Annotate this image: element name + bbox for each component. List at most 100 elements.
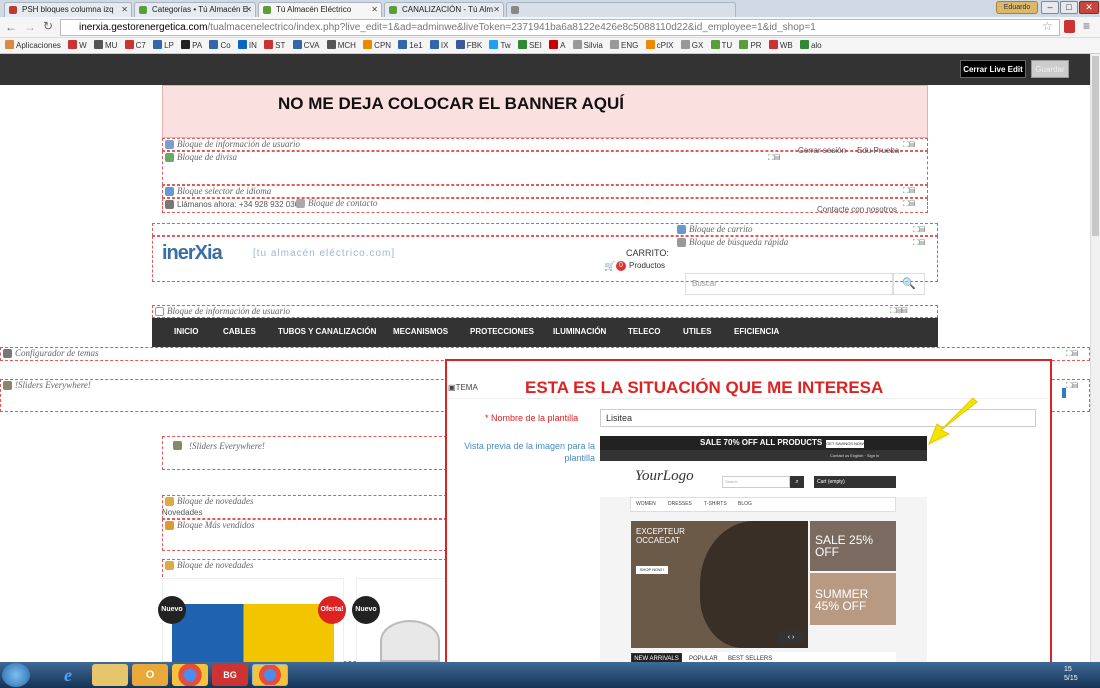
- cart-title[interactable]: CARRITO:: [626, 248, 669, 258]
- move-icon[interactable]: ⛶ ▤: [913, 238, 925, 248]
- hook-cart[interactable]: Bloque de carrito: [152, 223, 938, 236]
- back-icon[interactable]: ←: [5, 20, 17, 34]
- bookmark[interactable]: TU: [710, 38, 732, 53]
- move-icon[interactable]: ⛶ ▤: [903, 140, 915, 150]
- nav-item-inicio[interactable]: INICIO: [174, 327, 198, 336]
- close-window-icon[interactable]: ✕: [1079, 1, 1099, 14]
- folder-icon[interactable]: [92, 664, 128, 686]
- forward-icon[interactable]: →: [24, 20, 36, 34]
- hook-language[interactable]: Bloque selector de idioma: [162, 185, 928, 198]
- search-input[interactable]: Buscar: [685, 273, 893, 295]
- nav-item-tubos[interactable]: TUBOS Y CANALIZACIÓN: [278, 327, 376, 336]
- bookmark[interactable]: SEI: [517, 38, 542, 53]
- hook-contact[interactable]: Llámanos ahora: +34 928 932 036: [162, 198, 928, 213]
- browser-user-chip[interactable]: Eduardo: [996, 1, 1038, 14]
- bookmark[interactable]: Tw: [489, 38, 511, 53]
- browser-tab[interactable]: Categorías • Tú Almacén E ✕: [134, 2, 256, 17]
- save-button[interactable]: Guardar: [1031, 60, 1069, 78]
- address-bar[interactable]: inerxia.gestorenergetica.com/tualmacenel…: [60, 19, 1060, 36]
- move-icon[interactable]: ⛶ ▤: [913, 225, 925, 235]
- hook-currency[interactable]: Bloque de divisa: [162, 151, 928, 185]
- bookmark[interactable]: Co: [209, 38, 231, 53]
- product-image[interactable]: [172, 604, 334, 662]
- bookmark[interactable]: MCH: [326, 38, 356, 53]
- contact-us-link[interactable]: Contacte con nosotros: [817, 205, 897, 214]
- start-button-icon[interactable]: [2, 663, 30, 687]
- chrome-icon[interactable]: [172, 664, 208, 686]
- bookmark[interactable]: WB: [768, 38, 793, 53]
- move-icon[interactable]: ⛶ ▤: [1066, 349, 1078, 359]
- bookmark[interactable]: LP: [153, 38, 174, 53]
- close-icon[interactable]: ✕: [493, 3, 500, 16]
- bookmark[interactable]: A: [549, 38, 565, 53]
- bookmark[interactable]: PR: [739, 38, 762, 53]
- nav-item-eficiencia[interactable]: EFICIENCIA: [734, 327, 779, 336]
- close-icon[interactable]: ✕: [245, 3, 252, 16]
- browser-tab[interactable]: CANALIZACIÓN - Tú Alm ✕: [384, 2, 504, 17]
- move-icon[interactable]: ⛶ ▤: [903, 199, 915, 209]
- hook-best-sellers[interactable]: Bloque Más vendidos: [162, 519, 452, 551]
- bookmark-label: MU: [104, 41, 118, 50]
- browser-tab[interactable]: PSH bloques columna izq ✕: [4, 2, 132, 17]
- reload-icon[interactable]: ↻: [43, 19, 53, 33]
- search-button[interactable]: 🔍: [893, 273, 925, 295]
- move-icon[interactable]: ⛶ ▤: [1066, 381, 1078, 391]
- ie-icon[interactable]: e: [50, 664, 86, 686]
- hook-sliders-2[interactable]: !Sliders Everywhere!: [162, 436, 452, 470]
- maximize-icon[interactable]: □: [1060, 1, 1078, 14]
- bookmark-icon: [153, 40, 163, 49]
- product-image[interactable]: [380, 620, 440, 662]
- bookmark[interactable]: Aplicaciones: [5, 38, 61, 53]
- bookmark[interactable]: 1e1: [398, 38, 423, 53]
- preview-logo: YourLogo: [635, 468, 694, 484]
- nav-item-utiles[interactable]: UTILES: [683, 327, 711, 336]
- outlook-icon[interactable]: O: [132, 664, 168, 686]
- logout-link[interactable]: Cerrar sesión: [798, 146, 846, 155]
- extension-icon[interactable]: [1064, 20, 1075, 33]
- browser-tab-strip: PSH bloques columna izq ✕ Categorías • Tú…: [0, 0, 1100, 17]
- nav-item-teleco[interactable]: TELECO: [628, 327, 660, 336]
- chrome-active-icon[interactable]: [252, 664, 288, 686]
- bookmark[interactable]: cPIX: [645, 38, 674, 53]
- move-icon[interactable]: ⛶ ▤: [768, 153, 780, 163]
- bookmark-star-icon[interactable]: ☆: [1042, 19, 1053, 33]
- minimize-icon[interactable]: –: [1041, 1, 1059, 14]
- browser-tab-active[interactable]: Tú Almacén Eléctrico ✕: [258, 2, 382, 17]
- close-live-edit-button[interactable]: Cerrar Live Edit: [960, 60, 1026, 78]
- site-logo[interactable]: inerXia: [162, 242, 223, 265]
- scrollbar-thumb[interactable]: [1092, 56, 1099, 236]
- bookmark[interactable]: Silvia: [572, 38, 603, 53]
- bookmark[interactable]: PA: [181, 38, 202, 53]
- menu-icon[interactable]: ≡: [1083, 19, 1090, 33]
- nav-item-mecanismos[interactable]: MECANISMOS: [393, 327, 448, 336]
- move-icon[interactable]: ⛶ ▤: [903, 186, 915, 196]
- bookmark[interactable]: IX: [429, 38, 448, 53]
- close-icon[interactable]: ✕: [121, 3, 128, 16]
- panel-scroll-icon[interactable]: [1062, 388, 1066, 398]
- bookmark[interactable]: W: [68, 38, 87, 53]
- bookmark[interactable]: MU: [93, 38, 118, 53]
- hook-new-products[interactable]: Bloque de novedades: [162, 495, 452, 519]
- close-icon[interactable]: ✕: [371, 3, 378, 16]
- bookmark[interactable]: GX: [680, 38, 703, 53]
- user-name-link[interactable]: Edu Prueba: [857, 146, 899, 155]
- bookmark[interactable]: ENG: [610, 38, 638, 53]
- cart-icon: [677, 225, 686, 234]
- cart-products-label[interactable]: Productos: [629, 261, 665, 270]
- bookmark[interactable]: ST: [264, 38, 285, 53]
- nav-item-cables[interactable]: CABLES: [223, 327, 256, 336]
- tema-heading-label: TEMA: [455, 383, 478, 392]
- bg-app-icon[interactable]: BG: [212, 664, 248, 686]
- bookmark[interactable]: IN: [237, 38, 257, 53]
- bookmark[interactable]: CPN: [363, 38, 391, 53]
- bookmark[interactable]: C7: [124, 38, 146, 53]
- move-icon[interactable]: ⛶ ▤▤: [890, 306, 908, 316]
- bookmark[interactable]: alo: [799, 38, 822, 53]
- bookmark-label: Tw: [500, 41, 511, 50]
- bookmark[interactable]: FBK: [455, 38, 482, 53]
- nav-item-protecciones[interactable]: PROTECCIONES: [470, 327, 534, 336]
- browser-tab[interactable]: [506, 2, 736, 17]
- bookmark[interactable]: CVA: [292, 38, 319, 53]
- nav-item-iluminacion[interactable]: ILUMINACIÓN: [553, 327, 606, 336]
- hook-menu-overlap[interactable]: Bloque de información de usuario: [152, 305, 938, 318]
